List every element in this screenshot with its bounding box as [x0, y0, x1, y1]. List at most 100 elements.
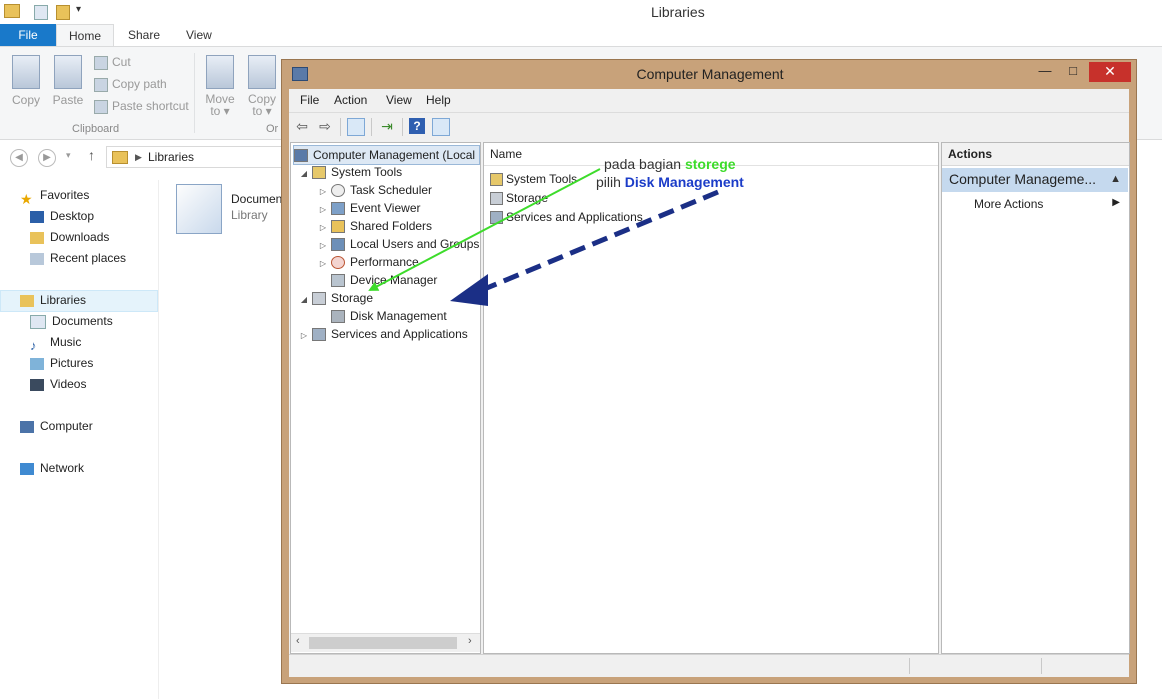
list-item[interactable]: Storage [490, 189, 548, 207]
tree-node-performance[interactable]: ▷ Performance [318, 253, 419, 271]
copy-to-button[interactable]: Copy to ▾ [244, 47, 280, 117]
back-button[interactable]: ◀ [10, 149, 28, 167]
collapse-up-icon[interactable]: ▲ [1110, 173, 1121, 185]
recent-locations-icon[interactable]: ▾ [66, 150, 71, 161]
organize-group-label: Or [266, 123, 279, 135]
libraries-icon [20, 294, 34, 307]
help-icon[interactable]: ? [409, 118, 425, 134]
new-folder-icon[interactable] [56, 5, 70, 20]
breadcrumb-chevron-icon[interactable]: ▶ [135, 152, 142, 163]
nav-libraries[interactable]: Libraries [20, 291, 86, 309]
results-list: Name System Tools Storage Services and A… [483, 142, 939, 654]
tree-node-device-manager[interactable]: Device Manager [318, 271, 437, 289]
network-icon [20, 462, 34, 475]
services-icon [490, 211, 503, 225]
nav-favorites[interactable]: ★ Favorites [20, 186, 89, 207]
collapse-icon[interactable]: ◢ [299, 165, 309, 183]
breadcrumb-libraries[interactable]: Libraries [148, 150, 194, 164]
performance-icon [331, 256, 345, 270]
tab-share[interactable]: Share [116, 24, 172, 46]
scroll-right-icon[interactable]: › [468, 635, 472, 647]
scrollbar-thumb[interactable] [309, 637, 457, 649]
menu-help[interactable]: Help [426, 93, 451, 107]
minimize-button[interactable]: — [1032, 62, 1058, 82]
tab-home[interactable]: Home [56, 24, 115, 47]
properties-icon[interactable] [34, 5, 48, 20]
cut-button[interactable]: Cut [94, 55, 131, 70]
actions-section-computer-management[interactable]: Computer Manageme... ▲ [942, 168, 1128, 192]
storage-icon [312, 292, 326, 306]
console-tree: Computer Management (Local ◢ System Tools… [290, 142, 481, 654]
computer-management-window: Computer Management — □ ✕ File Action Vi… [281, 59, 1137, 684]
address-box[interactable]: ▶ Libraries [106, 146, 288, 168]
export-list-icon[interactable]: ⇥ [378, 117, 396, 135]
computer-management-icon [294, 149, 308, 163]
desktop-icon [30, 210, 44, 223]
move-to-button[interactable]: Move to ▾ [202, 47, 238, 117]
up-arrow-icon[interactable]: ↑ [88, 147, 95, 163]
list-item[interactable]: Services and Applications [490, 208, 643, 226]
copy-button[interactable]: Copy [8, 47, 44, 107]
nav-desktop[interactable]: Desktop [30, 207, 94, 225]
tree-node-event-viewer[interactable]: ▷ Event Viewer [318, 199, 420, 217]
music-icon: ♪ [30, 337, 37, 353]
library-item-documents[interactable]: Documen Library [176, 184, 286, 234]
explorer-window-title: Libraries [651, 4, 705, 20]
show-hide-tree-icon[interactable] [347, 118, 365, 136]
item-name: Documen [231, 192, 283, 206]
nav-downloads[interactable]: Downloads [30, 228, 109, 246]
tree-node-services[interactable]: ▷ Services and Applications [299, 325, 468, 343]
tab-view[interactable]: View [174, 24, 224, 46]
actions-pane: Actions Computer Manageme... ▲ More Actio… [941, 142, 1130, 654]
back-arrow-icon[interactable]: ⇦ [293, 117, 311, 135]
nav-videos[interactable]: Videos [30, 375, 86, 393]
forward-arrow-icon[interactable]: ⇨ [316, 117, 334, 135]
tree-node-disk-management[interactable]: Disk Management [318, 307, 447, 325]
nav-recent-places[interactable]: Recent places [30, 249, 126, 267]
paste-icon [54, 55, 82, 89]
show-hide-action-pane-icon[interactable] [432, 118, 450, 136]
tree-node-shared-folders[interactable]: ▷ Shared Folders [318, 217, 432, 235]
tree-node-root[interactable]: Computer Management (Local [293, 145, 480, 165]
toolbar-separator [340, 118, 341, 136]
documents-library-icon [176, 184, 222, 234]
menu-file[interactable]: File [300, 93, 319, 107]
tree-node-local-users[interactable]: ▷ Local Users and Groups [318, 235, 479, 253]
nav-music[interactable]: ♪ Music [30, 333, 81, 353]
menu-action[interactable]: Action [334, 93, 367, 107]
tree-node-task-scheduler[interactable]: ▷ Task Scheduler [318, 181, 432, 199]
pictures-icon [30, 357, 44, 370]
tree-node-storage[interactable]: ◢ Storage [299, 289, 373, 307]
tree-node-system-tools[interactable]: ◢ System Tools [299, 163, 402, 181]
status-bar [289, 654, 1129, 677]
system-tools-icon [312, 166, 326, 180]
collapse-icon[interactable]: ◢ [299, 291, 309, 309]
more-actions[interactable]: More Actions [974, 197, 1043, 211]
forward-button[interactable]: ▶ [38, 149, 56, 167]
tab-file[interactable]: File [0, 24, 56, 46]
nav-documents[interactable]: Documents [30, 312, 113, 330]
move-to-icon [206, 55, 234, 89]
downloads-icon [30, 231, 44, 244]
copy-icon [12, 55, 40, 89]
scroll-left-icon[interactable]: ‹ [296, 635, 300, 647]
explorer-title-bar: ▾ Libraries [0, 0, 1162, 24]
menu-view[interactable]: View [386, 93, 412, 107]
close-button[interactable]: ✕ [1089, 62, 1131, 82]
nav-network[interactable]: Network [20, 459, 84, 477]
tree-horizontal-scrollbar[interactable]: ‹ › [291, 633, 480, 652]
copy-path-button[interactable]: Copy path [94, 77, 167, 92]
expand-icon[interactable]: ▷ [299, 327, 309, 345]
folder-icon [4, 4, 20, 18]
list-item[interactable]: System Tools [490, 170, 577, 188]
nav-computer[interactable]: Computer [20, 417, 93, 435]
nav-pictures[interactable]: Pictures [30, 354, 93, 372]
paste-shortcut-button[interactable]: Paste shortcut [94, 99, 189, 114]
videos-icon [30, 378, 44, 391]
customize-toolbar-icon[interactable]: ▾ [76, 4, 81, 15]
libraries-icon [112, 151, 128, 164]
ribbon-tabs: File Home Share View [0, 24, 1162, 47]
maximize-button[interactable]: □ [1060, 62, 1086, 82]
paste-button[interactable]: Paste [50, 47, 86, 107]
ribbon-separator [194, 53, 195, 133]
